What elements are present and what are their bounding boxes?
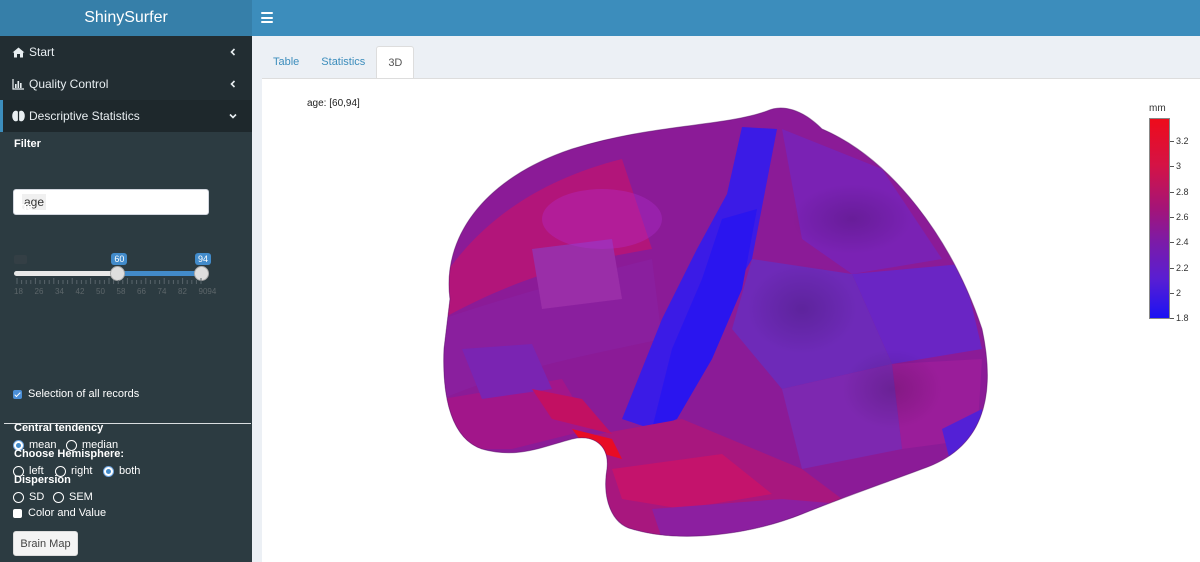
plot-annotation: age: [60,94] [307, 98, 360, 109]
radio-sd[interactable]: SD [13, 491, 44, 503]
sidebar-item-label: Quality Control [29, 77, 109, 91]
radio-right[interactable]: right [55, 465, 92, 477]
radio-selected-icon [103, 465, 114, 477]
slider-min-value: 60 [111, 253, 128, 265]
sidebar: Start Quality Control Descriptive Statis… [0, 36, 252, 562]
color-value-checkbox[interactable]: Color and Value [13, 507, 106, 519]
tab-3d[interactable]: 3D [376, 46, 415, 78]
slider-tick-label: 34 [55, 287, 64, 296]
radio-label: SEM [69, 491, 93, 503]
colorbar [1149, 118, 1170, 319]
sidebar-item-start[interactable]: Start [0, 36, 252, 68]
brain-surface-3d[interactable] [422, 99, 992, 559]
sidebar-item-descriptive-statistics[interactable]: Descriptive Statistics [0, 100, 252, 132]
slider-tick-label: 9094 [198, 287, 217, 296]
colorbar-tick-label: 2.4 [1170, 237, 1189, 247]
hamburger-menu-icon[interactable] [261, 12, 273, 23]
sidebar-item-label: Descriptive Statistics [29, 109, 140, 123]
color-value-label: Color and Value [28, 507, 107, 519]
tab-bar: Table Statistics 3D [262, 46, 415, 78]
slider-tick-label: 42 [75, 287, 85, 296]
selection-all-checkbox[interactable]: Selection of all records [13, 388, 139, 400]
colorbar-title: mm [1149, 103, 1166, 114]
brain-icon [11, 110, 25, 122]
descriptive-statistics-panel: Filter age age 60 94 18 26 34 42 50 58 66 74 82 9… [0, 132, 252, 562]
top-navbar [252, 0, 1200, 36]
slider-tick-label: 66 [137, 287, 146, 296]
bar-chart-icon [11, 78, 25, 90]
selection-all-label: Selection of all records [28, 388, 140, 400]
hemisphere-label: Choose Hemisphere: [14, 448, 125, 460]
home-icon [11, 46, 25, 58]
age-slider-selected-range [117, 271, 201, 276]
slider-ticks [16, 278, 202, 284]
sidebar-divider [4, 423, 251, 424]
slider-tick-label: 74 [157, 287, 167, 296]
slider-tick-label: 18 [14, 287, 23, 296]
app-logo[interactable]: ShinySurfer [0, 0, 252, 36]
radio-label: left [29, 465, 44, 477]
slider-tick-label: 82 [178, 287, 187, 296]
slider-tick-label: 58 [116, 287, 126, 296]
radio-label: both [119, 465, 141, 477]
tab-table[interactable]: Table [262, 46, 310, 78]
slider-max-value: 94 [195, 253, 212, 265]
filter-input[interactable]: age [13, 189, 209, 215]
brain-map-button[interactable]: Brain Map [13, 531, 78, 556]
sidebar-item-quality-control[interactable]: Quality Control [0, 68, 252, 100]
colorbar-tick-label: 1.8 [1170, 313, 1189, 323]
radio-unselected-icon [13, 491, 24, 503]
radio-unselected-icon [13, 465, 24, 477]
radio-both[interactable]: both [103, 465, 140, 477]
radio-label: right [71, 465, 93, 477]
chevron-left-icon [230, 48, 236, 56]
checkbox-checked-icon [13, 389, 22, 399]
colorbar-tick-label: 2 [1170, 288, 1181, 298]
3d-plot-area[interactable]: age: [60,94] mm 3.2 3 2.8 2.6 2.4 2.2 2 … [262, 78, 1200, 562]
filter-label: Filter [14, 138, 41, 150]
colorbar-tick-label: 2.8 [1170, 187, 1189, 197]
colorbar-tick-label: 3.2 [1170, 136, 1189, 146]
chevron-down-icon [229, 113, 237, 119]
radio-sem[interactable]: SEM [53, 491, 93, 503]
checkbox-unchecked-icon [13, 508, 22, 518]
colorbar-tick-label: 2.2 [1170, 263, 1189, 273]
slider-tick-label: 26 [34, 287, 44, 296]
tab-statistics[interactable]: Statistics [310, 46, 376, 78]
colorbar-tick-label: 2.6 [1170, 212, 1189, 222]
slider-min-marker [14, 255, 27, 264]
chevron-left-icon [230, 80, 236, 88]
radio-left[interactable]: left [13, 465, 44, 477]
main-content: Table Statistics 3D age: [60,94] mm 3.2 … [252, 36, 1200, 562]
radio-unselected-icon [55, 465, 66, 477]
radio-unselected-icon [53, 491, 64, 503]
radio-label: SD [29, 491, 45, 503]
age-slider-track[interactable] [14, 266, 209, 281]
age-slider-label: age [14, 201, 33, 213]
sidebar-item-label: Start [29, 45, 55, 59]
slider-tick-label: 50 [96, 287, 105, 296]
colorbar-tick-label: 3 [1170, 161, 1181, 171]
